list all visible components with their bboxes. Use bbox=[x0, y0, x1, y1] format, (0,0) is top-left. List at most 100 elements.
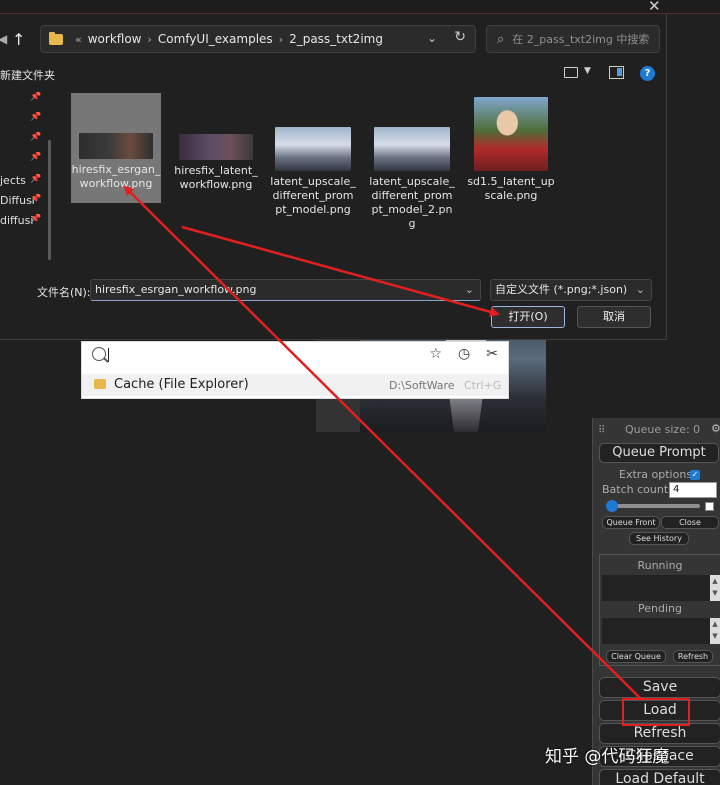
launcher-popup: ☆ ◷ ✂ Cache (File Explorer) D:\SoftWare … bbox=[81, 341, 509, 399]
running-list[interactable]: ▲ ▼ bbox=[602, 575, 720, 601]
sidebar-item[interactable]: 📌 bbox=[0, 112, 46, 128]
file-thumbnail bbox=[374, 127, 450, 171]
batch-count-label: Batch count bbox=[602, 483, 669, 496]
file-item[interactable]: latent_upscale_ different_prom pt_model_2.… bbox=[367, 93, 457, 231]
drag-handle-icon[interactable]: ⠿ bbox=[598, 425, 605, 436]
folder-icon bbox=[49, 31, 63, 45]
pending-list[interactable]: ▲ ▼ bbox=[602, 618, 720, 644]
refresh-icon[interactable]: ↻ bbox=[454, 29, 466, 45]
running-title: Running bbox=[637, 559, 683, 572]
back-arrow-icon[interactable]: ◀ bbox=[0, 32, 7, 46]
open-button[interactable]: 打开(O) bbox=[491, 306, 565, 328]
file-name-text: latent_upscale_ different_prom pt_model.pn… bbox=[270, 175, 356, 216]
sidebar-item-label: jects bbox=[0, 174, 26, 187]
text-cursor[interactable] bbox=[108, 348, 109, 362]
file-item[interactable]: sd1.5_latent_up scale.png bbox=[466, 93, 556, 203]
scroll-arrows-icon[interactable]: ▲ ▼ bbox=[710, 575, 720, 601]
pin-icon: 📌 bbox=[30, 132, 42, 142]
breadcrumb-item[interactable]: 2_pass_txt2img bbox=[289, 32, 383, 46]
queue-front-button[interactable]: Queue Front bbox=[602, 516, 660, 529]
pin-icon: 📌 bbox=[30, 214, 42, 224]
breadcrumb-item[interactable]: ComfyUI_examples bbox=[158, 32, 273, 46]
new-folder-button[interactable]: 新建文件夹 bbox=[0, 67, 55, 83]
file-thumbnail bbox=[275, 127, 351, 171]
sidebar-item[interactable]: 📌 bbox=[0, 132, 46, 148]
help-icon[interactable]: ? bbox=[640, 66, 655, 81]
file-name-text: hiresfix_esrgan_ workflow.png bbox=[71, 163, 161, 190]
load-highlight-box bbox=[622, 698, 690, 726]
queue-prompt-button[interactable]: Queue Prompt bbox=[599, 443, 719, 463]
breadcrumb-overflow[interactable]: « bbox=[75, 33, 82, 46]
sidebar-scrollbar[interactable] bbox=[48, 140, 51, 260]
file-name-text: latent_upscale_ different_prom pt_model_2.… bbox=[369, 175, 455, 230]
refresh-queue-button[interactable]: Refresh bbox=[673, 650, 713, 663]
pin-icon: 📌 bbox=[30, 194, 42, 204]
address-bar[interactable]: « workflow › ComfyUI_examples › 2_pass_t… bbox=[40, 25, 476, 53]
load-default-button[interactable]: Load Default bbox=[599, 769, 720, 785]
file-thumbnail bbox=[79, 133, 153, 159]
sidebar-item[interactable]: diffusi 📌 bbox=[0, 214, 46, 230]
filename-field[interactable]: hiresfix_esrgan_workflow.png ⌄ bbox=[90, 279, 481, 301]
file-name-text: hiresfix_latent_ workflow.png bbox=[174, 164, 258, 191]
queue-panel: ⠿ Queue size: 0 ⚙ Queue Prompt Extra opt… bbox=[592, 418, 720, 785]
file-thumbnail bbox=[179, 134, 253, 160]
pin-icon: 📌 bbox=[30, 112, 42, 122]
preview-pane-icon[interactable] bbox=[609, 66, 624, 79]
file-open-dialog: ✕ ◀ ↑ « workflow › ComfyUI_examples › 2_… bbox=[0, 0, 720, 340]
search-placeholder: 在 2_pass_txt2img 中搜索 bbox=[512, 33, 650, 46]
sidebar-item[interactable]: 📌 bbox=[0, 92, 46, 108]
view-mode-icon[interactable] bbox=[564, 67, 578, 78]
view-caret-icon[interactable]: ▼ bbox=[584, 66, 591, 76]
tools-icon[interactable]: ✂ bbox=[486, 346, 498, 362]
clear-queue-button[interactable]: Clear Queue bbox=[606, 650, 666, 663]
file-name: latent_upscale_ different_prom pt_model_2.… bbox=[367, 175, 457, 231]
nav-sidebar: 📌 📌 📌 📌 jects 📌 Diffusi 📌 diffusi 📌 bbox=[0, 86, 56, 264]
breadcrumb-item[interactable]: workflow bbox=[88, 32, 142, 46]
filename-label: 文件名(N): bbox=[37, 286, 91, 299]
chevron-down-icon[interactable]: ⌄ bbox=[636, 280, 645, 300]
close-icon[interactable]: ✕ bbox=[648, 0, 661, 15]
scroll-arrows-icon[interactable]: ▲ ▼ bbox=[710, 618, 720, 644]
file-name: latent_upscale_ different_prom pt_model.pn… bbox=[268, 175, 358, 217]
popup-result-row[interactable]: Cache (File Explorer) D:\SoftWare Ctrl+G bbox=[82, 374, 508, 396]
save-button[interactable]: Save bbox=[599, 677, 720, 698]
extra-options-checkbox[interactable]: ✓ bbox=[690, 470, 700, 480]
star-icon[interactable]: ☆ bbox=[429, 346, 442, 362]
filetype-select[interactable]: 自定义文件 (*.png;*.json) ⌄ bbox=[490, 279, 652, 301]
batch-slider-track[interactable] bbox=[608, 504, 700, 508]
auto-queue-checkbox[interactable] bbox=[705, 502, 714, 511]
chevron-down-icon[interactable]: ⌄ bbox=[427, 31, 437, 45]
see-history-button[interactable]: See History bbox=[629, 532, 689, 545]
cancel-button[interactable]: 取消 bbox=[577, 306, 651, 328]
refresh-button[interactable]: Refresh bbox=[599, 723, 720, 744]
pin-icon: 📌 bbox=[30, 152, 42, 162]
screen: ✕ ◀ ↑ « workflow › ComfyUI_examples › 2_… bbox=[0, 0, 720, 785]
gear-icon[interactable]: ⚙ bbox=[711, 422, 720, 435]
filetype-value: 自定义文件 (*.png;*.json) bbox=[495, 283, 628, 296]
close-button[interactable]: Close bbox=[661, 516, 719, 529]
file-name: sd1.5_latent_up scale.png bbox=[466, 175, 556, 203]
file-name: hiresfix_esrgan_ workflow.png bbox=[71, 163, 161, 191]
sidebar-item[interactable]: 📌 bbox=[0, 152, 46, 168]
file-thumbnail bbox=[474, 97, 548, 171]
file-item[interactable]: latent_upscale_ different_prom pt_model.pn… bbox=[268, 93, 358, 217]
chevron-down-icon[interactable]: ⌄ bbox=[465, 280, 474, 300]
folder-search-input[interactable]: ⌕ 在 2_pass_txt2img 中搜索 bbox=[486, 25, 660, 53]
search-icon bbox=[92, 347, 106, 361]
pending-title: Pending bbox=[638, 602, 682, 615]
up-arrow-icon[interactable]: ↑ bbox=[12, 30, 25, 49]
pin-icon: 📌 bbox=[30, 92, 42, 102]
result-shortcut: Ctrl+G bbox=[464, 379, 502, 392]
batch-count-input[interactable]: 4 bbox=[669, 482, 717, 498]
clock-icon[interactable]: ◷ bbox=[458, 346, 470, 362]
sidebar-item-label: diffusi bbox=[0, 214, 34, 227]
file-grid: hiresfix_esrgan_ workflow.png hiresfix_la… bbox=[70, 93, 660, 263]
sidebar-item[interactable]: jects 📌 bbox=[0, 174, 46, 190]
file-item[interactable]: hiresfix_esrgan_ workflow.png bbox=[71, 93, 161, 203]
folder-icon bbox=[94, 379, 106, 389]
file-item[interactable]: hiresfix_latent_ workflow.png bbox=[171, 93, 261, 192]
batch-slider-thumb[interactable] bbox=[606, 500, 618, 512]
sidebar-item[interactable]: Diffusi 📌 bbox=[0, 194, 46, 210]
chevron-right-icon: › bbox=[147, 32, 152, 46]
file-name: hiresfix_latent_ workflow.png bbox=[171, 164, 261, 192]
